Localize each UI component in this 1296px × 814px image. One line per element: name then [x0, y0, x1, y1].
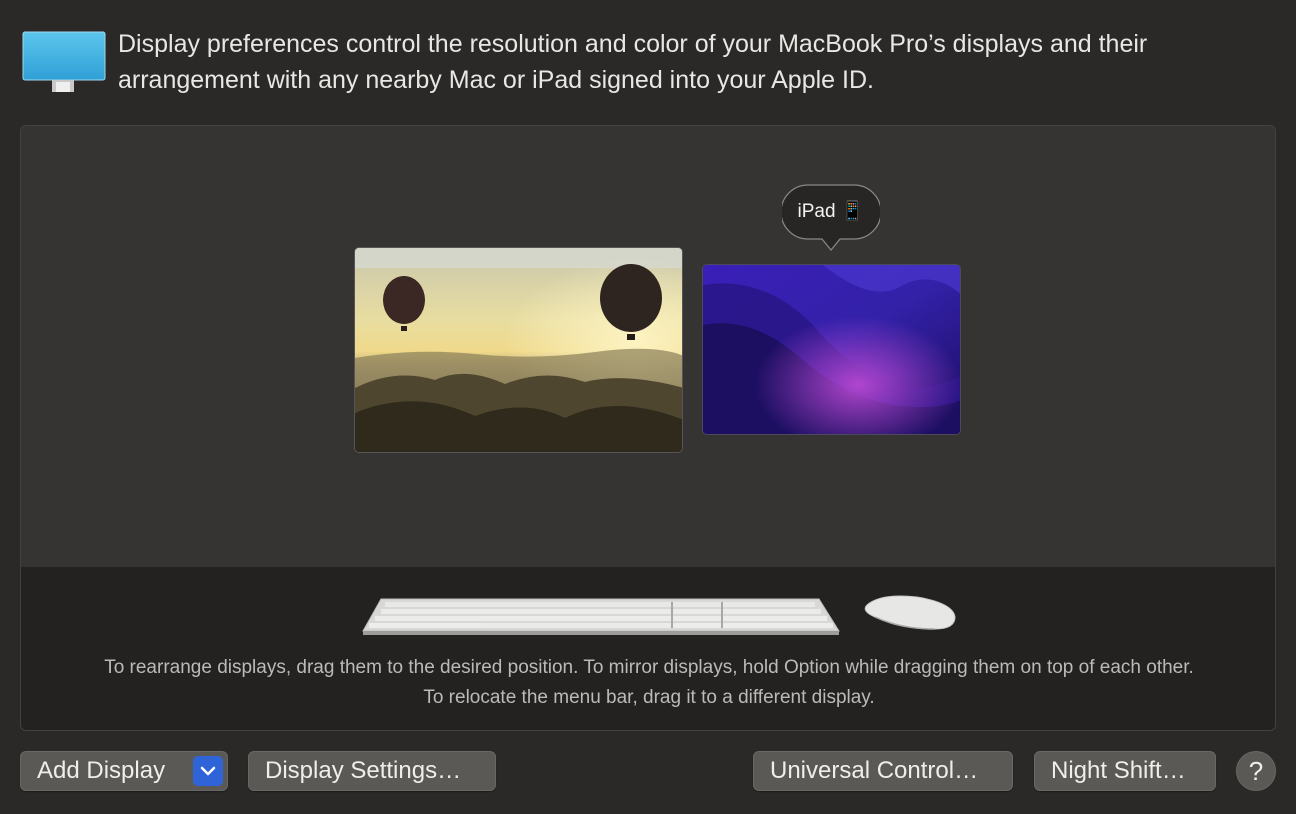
accessories	[361, 591, 956, 636]
arrangement-canvas: iPad 📱	[21, 126, 1275, 567]
ipad-tooltip: iPad 📱	[782, 184, 880, 251]
night-shift-button[interactable]: Night Shift…	[1034, 751, 1216, 791]
arrangement-panel: iPad 📱 To rearrange displays, drag them …	[20, 125, 1276, 731]
header: Display preferences control the resoluti…	[22, 26, 1282, 96]
arrangement-hint: To rearrange displays, drag them to the …	[104, 657, 1194, 708]
ipad-label: iPad 📱	[797, 201, 865, 222]
add-display-button[interactable]: Add Display	[20, 751, 228, 791]
header-description: Display preferences control the resoluti…	[118, 30, 1148, 94]
keyboard-icon	[361, 597, 841, 642]
display-settings-button[interactable]: Display Settings…	[248, 751, 496, 791]
help-label: ?	[1248, 756, 1264, 786]
universal-control-label: Universal Control…	[770, 757, 979, 784]
accessories-area: To rearrange displays, drag them to the …	[21, 567, 1275, 730]
ipad-display[interactable]	[702, 264, 961, 435]
add-display-label: Add Display	[37, 757, 166, 784]
night-shift-label: Night Shift…	[1051, 757, 1186, 784]
monitor-icon	[22, 30, 106, 94]
universal-control-button[interactable]: Universal Control…	[753, 751, 1013, 791]
chevron-down-icon[interactable]	[193, 756, 223, 786]
macbook-display[interactable]	[354, 247, 683, 453]
display-settings-label: Display Settings…	[265, 757, 462, 784]
mouse-icon	[861, 593, 957, 638]
help-button[interactable]: ?	[1236, 751, 1276, 791]
